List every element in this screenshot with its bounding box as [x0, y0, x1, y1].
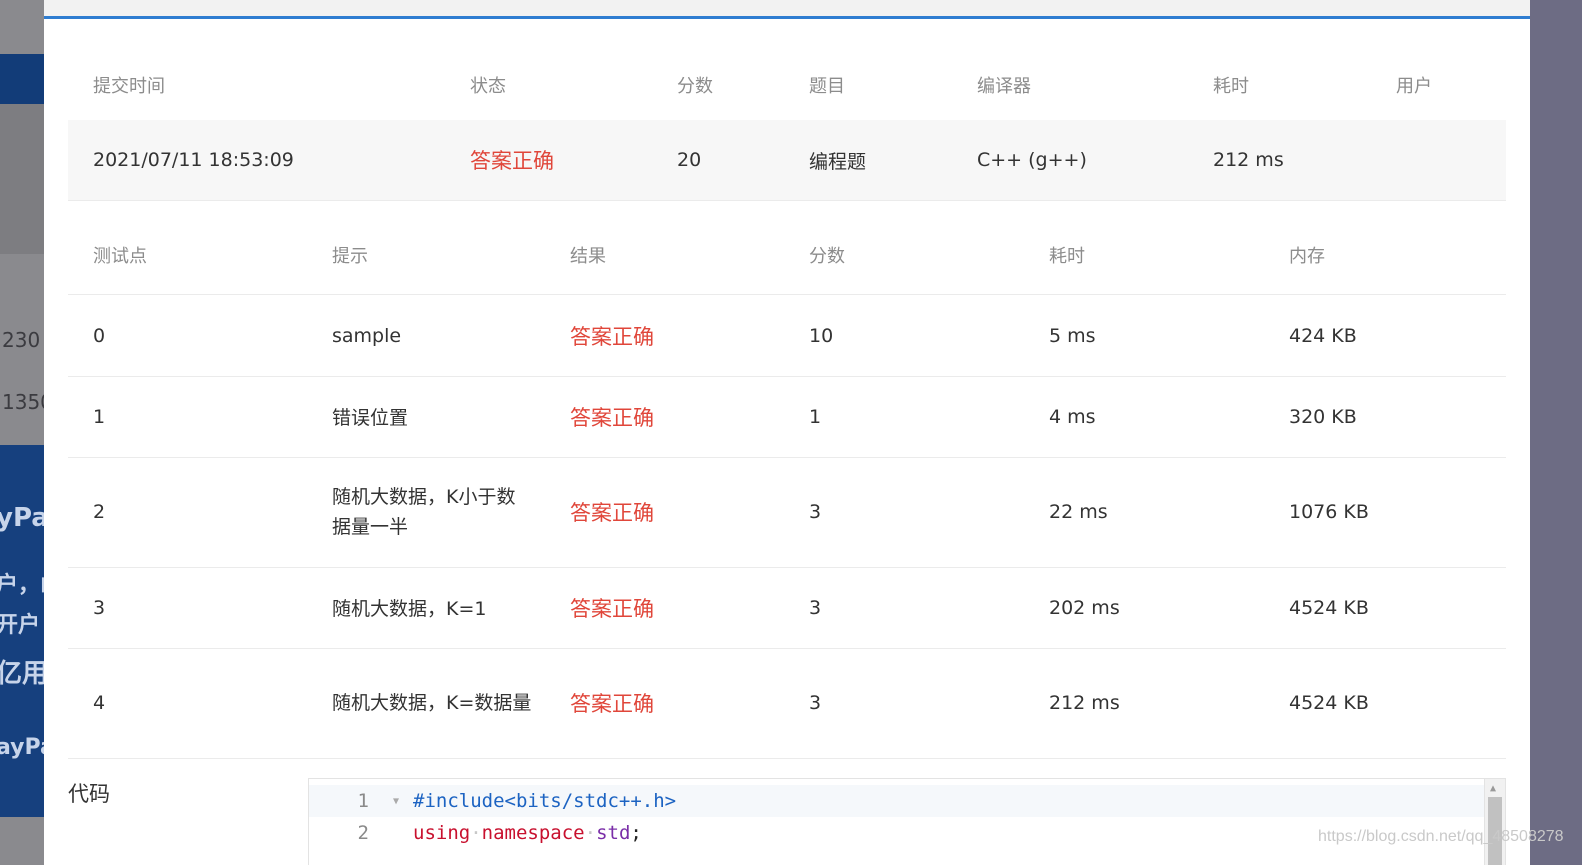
- table-row: 1 错误位置 答案正确 1 4 ms 320 KB: [68, 376, 1506, 458]
- banner-text: ayPa: [0, 735, 44, 760]
- test-hint: 错误位置: [332, 407, 409, 429]
- header-user: 用户: [1396, 76, 1432, 97]
- code-editor[interactable]: 1 ▼ #include<bits/stdc++.h> 2 using·name…: [308, 778, 1506, 865]
- test-memory: 4524 KB: [1289, 596, 1369, 619]
- test-result: 答案正确: [570, 596, 654, 621]
- table-row: 0 sample 答案正确 10 5 ms 424 KB: [68, 295, 1506, 377]
- banner-text: 户，山: [0, 573, 44, 598]
- test-id: 0: [93, 324, 106, 347]
- test-memory: 4524 KB: [1289, 692, 1369, 714]
- test-score: 1: [809, 405, 822, 428]
- header-score: 分数: [677, 76, 713, 97]
- background-ad-banner: yPa 户，山 开户 亿用 ayPa: [0, 445, 44, 817]
- table-row: 2 随机大数据，K小于数据量一半 答案正确 3 22 ms 1076 KB: [68, 457, 1506, 568]
- header-status: 状态: [470, 76, 506, 97]
- submission-header-row: 提交时间 状态 分数 题目 编译器 耗时 用户: [68, 50, 1506, 121]
- background-page-left: 230 1350 yPa 户，山 开户 亿用 ayPa: [0, 0, 44, 865]
- header-elapsed: 耗时: [1213, 76, 1249, 97]
- test-id: 4: [93, 692, 106, 714]
- submit-time: 2021/07/11 18:53:09: [93, 149, 294, 171]
- submission-row: 2021/07/11 18:53:09 答案正确 20 编程题 C++ (g++…: [68, 120, 1506, 201]
- table-row: 4 随机大数据，K=数据量 答案正确 3 212 ms 4524 KB: [68, 648, 1506, 759]
- tests-header-row: 测试点 提示 结果 分数 耗时 内存: [68, 216, 1506, 295]
- test-score: 10: [809, 324, 834, 347]
- test-time: 202 ms: [1049, 596, 1120, 619]
- test-result: 答案正确: [570, 501, 654, 525]
- test-hint: 随机大数据，K=数据量: [332, 692, 532, 714]
- test-id: 3: [93, 596, 106, 619]
- code-text: using·namespace·std;: [413, 822, 642, 844]
- code-line[interactable]: 1 ▼ #include<bits/stdc++.h>: [309, 785, 1485, 817]
- test-result: 答案正确: [570, 405, 654, 430]
- header-memory: 内存: [1289, 246, 1325, 267]
- header-result: 结果: [570, 246, 606, 267]
- test-time: 4 ms: [1049, 405, 1096, 428]
- background-page-right: [1530, 0, 1582, 865]
- test-result: 答案正确: [570, 324, 654, 349]
- test-score: 3: [809, 692, 822, 714]
- test-time: 212 ms: [1049, 692, 1120, 714]
- background-number: 1350: [2, 390, 44, 414]
- line-number: 2: [357, 822, 369, 844]
- fold-arrow-icon[interactable]: ▼: [393, 796, 399, 807]
- banner-text: 开户: [0, 613, 41, 638]
- test-score: 3: [809, 596, 822, 619]
- submit-status: 答案正确: [470, 149, 554, 173]
- submit-compiler: C++ (g++): [977, 149, 1087, 171]
- submission-detail-modal: 提交时间 状态 分数 题目 编译器 耗时 用户 2021/07/11 18:53…: [44, 0, 1530, 865]
- code-section-label: 代码: [68, 782, 110, 806]
- test-id: 2: [93, 501, 106, 523]
- header-problem: 题目: [809, 76, 845, 97]
- header-submit-time: 提交时间: [93, 76, 165, 97]
- header-time: 耗时: [1049, 246, 1085, 267]
- background-header-strip: [0, 54, 44, 104]
- background-number: 230: [2, 328, 41, 352]
- test-id: 1: [93, 405, 106, 428]
- test-memory: 424 KB: [1289, 324, 1357, 347]
- header-score: 分数: [809, 246, 845, 267]
- test-memory: 1076 KB: [1289, 501, 1369, 523]
- test-time: 22 ms: [1049, 501, 1108, 523]
- table-row: 3 随机大数据，K=1 答案正确 3 202 ms 4524 KB: [68, 567, 1506, 649]
- submit-problem-link[interactable]: 编程题: [809, 120, 866, 200]
- code-line[interactable]: 2 using·namespace·std;: [309, 817, 1485, 849]
- modal-header-area: [44, 0, 1530, 16]
- test-hint: 随机大数据，K小于数据量一半: [332, 486, 516, 538]
- line-number: 1: [357, 790, 369, 812]
- banner-text: yPa: [0, 503, 44, 533]
- modal-accent-bar: [44, 16, 1530, 19]
- submit-elapsed: 212 ms: [1213, 149, 1284, 171]
- submit-score: 20: [677, 149, 702, 171]
- scroll-up-icon[interactable]: ▲: [1490, 783, 1496, 794]
- test-hint: sample: [332, 324, 402, 347]
- header-test-point: 测试点: [93, 246, 147, 267]
- test-time: 5 ms: [1049, 324, 1096, 347]
- test-memory: 320 KB: [1289, 405, 1357, 428]
- background-panel: [0, 104, 44, 254]
- header-compiler: 编译器: [977, 76, 1031, 97]
- watermark-text: https://blog.csdn.net/qq_48508278: [1318, 828, 1564, 845]
- header-hint: 提示: [332, 246, 368, 267]
- test-score: 3: [809, 501, 822, 523]
- banner-text: 亿用: [0, 659, 44, 689]
- test-result: 答案正确: [570, 692, 654, 716]
- code-scrollbar[interactable]: ▲: [1484, 779, 1505, 865]
- code-text: #include<bits/stdc++.h>: [413, 790, 677, 812]
- test-hint: 随机大数据，K=1: [332, 598, 487, 620]
